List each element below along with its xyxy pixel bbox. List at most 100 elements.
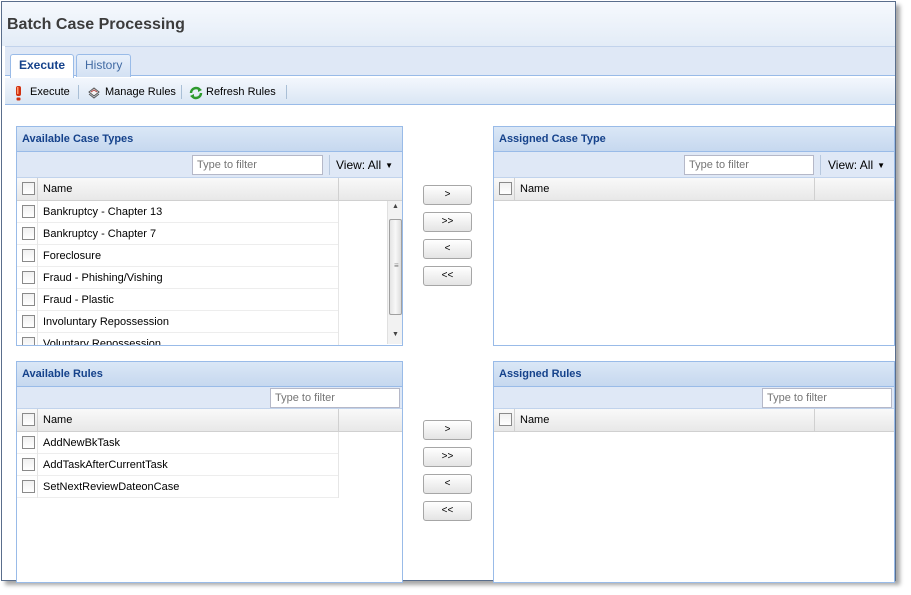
filterbar-separator (329, 155, 330, 175)
column-separator (814, 178, 815, 200)
column-separator (514, 178, 515, 200)
list-item[interactable]: AddTaskAfterCurrentTask (17, 454, 338, 476)
list-item-label: SetNextReviewDateonCase (43, 481, 180, 493)
toolbar-separator (78, 85, 79, 99)
row-checkbox[interactable] (22, 271, 35, 284)
assigned-case-type-panel: Assigned Case Type View: All▼ Name (493, 126, 895, 346)
assigned-case-type-grid-header: Name (494, 178, 894, 201)
remove-case-type-button[interactable]: < (423, 239, 472, 259)
refresh-icon (188, 85, 203, 100)
list-item-label: AddTaskAfterCurrentTask (43, 459, 168, 471)
select-all-checkbox[interactable] (22, 413, 35, 426)
name-column-header[interactable]: Name (520, 183, 549, 195)
name-column-header[interactable]: Name (43, 414, 72, 426)
list-item-label: Fraud - Phishing/Vishing (43, 272, 163, 284)
available-case-types-title: Available Case Types (17, 127, 402, 152)
available-case-types-filter-input[interactable] (192, 155, 323, 175)
list-item[interactable]: Fraud - Plastic (17, 289, 339, 311)
scrollbar-thumb[interactable]: ≡ (389, 219, 402, 315)
available-case-types-view-dropdown[interactable]: View: All ▼ (336, 158, 393, 172)
row-checkbox[interactable] (22, 337, 35, 345)
list-item[interactable]: Foreclosure (17, 245, 339, 267)
view-label: View: All (828, 158, 874, 172)
add-case-type-button[interactable]: > (423, 185, 472, 205)
assigned-rules-panel: Assigned Rules Name (493, 361, 895, 583)
remove-rule-button[interactable]: < (423, 474, 472, 494)
row-checkbox[interactable] (22, 458, 35, 471)
available-rules-title: Available Rules (17, 362, 402, 387)
available-rules-grid-header: Name (17, 409, 402, 432)
row-checkbox[interactable] (22, 205, 35, 218)
list-item-label: Involuntary Repossession (43, 316, 169, 328)
tab-strip: Execute History (5, 46, 895, 78)
page-title: Batch Case Processing (7, 16, 185, 33)
execute-button[interactable]: Execute (12, 83, 70, 101)
row-checkbox[interactable] (22, 436, 35, 449)
row-checkbox[interactable] (22, 293, 35, 306)
column-separator (37, 409, 38, 431)
toolbar-separator (181, 85, 182, 99)
assigned-rules-grid-header: Name (494, 409, 894, 432)
row-checkbox[interactable] (22, 227, 35, 240)
available-rules-filter-input[interactable] (270, 388, 400, 408)
exclamation-icon (12, 85, 26, 101)
tab-execute[interactable]: Execute (10, 54, 75, 78)
scroll-up-arrow-icon[interactable]: ▲ (388, 203, 402, 210)
row-checkbox[interactable] (22, 315, 35, 328)
select-all-checkbox[interactable] (499, 413, 512, 426)
list-item-label: AddNewBkTask (43, 437, 121, 449)
scroll-down-arrow-icon[interactable]: ▼ (388, 331, 402, 338)
row-checkbox[interactable] (22, 480, 35, 493)
add-rule-button[interactable]: > (423, 420, 472, 440)
refresh-rules-label: Refresh Rules (206, 86, 276, 98)
add-all-rules-button[interactable]: >> (423, 447, 472, 467)
list-item[interactable]: Voluntary Repossession (17, 333, 339, 345)
list-item[interactable]: Bankruptcy - Chapter 13 (17, 201, 339, 223)
assigned-rules-filterbar (494, 387, 894, 409)
available-rules-list: AddNewBkTask AddTaskAfterCurrentTask Set… (17, 432, 339, 498)
available-case-types-list: Bankruptcy - Chapter 13 Bankruptcy - Cha… (17, 201, 402, 345)
list-item[interactable]: SetNextReviewDateonCase (17, 476, 338, 498)
batch-case-processing-window: Batch Case Processing Execute History Ex… (1, 1, 896, 583)
column-separator (338, 409, 339, 431)
list-item[interactable]: Bankruptcy - Chapter 7 (17, 223, 339, 245)
assigned-case-type-filter-input[interactable] (684, 155, 814, 175)
select-all-checkbox[interactable] (499, 182, 512, 195)
list-item[interactable]: AddNewBkTask (17, 432, 338, 454)
available-case-types-panel: Available Case Types View: All▼ Name Ban… (16, 126, 403, 346)
column-line (338, 201, 339, 345)
row-checkbox[interactable] (22, 249, 35, 262)
list-item[interactable]: Involuntary Repossession (17, 311, 339, 333)
chevron-down-icon: ▼ (877, 161, 886, 170)
list-item-label: Foreclosure (43, 250, 102, 262)
column-line (37, 432, 38, 498)
vertical-scrollbar[interactable]: ▲ ≡ ▼ (387, 201, 402, 344)
list-item[interactable]: Fraud - Phishing/Vishing (17, 267, 339, 289)
manage-rules-label: Manage Rules (105, 86, 176, 98)
name-column-header[interactable]: Name (520, 414, 549, 426)
manage-rules-button[interactable]: Manage Rules (87, 83, 176, 101)
assigned-case-type-view-dropdown[interactable]: View: All ▼ (828, 158, 885, 172)
assigned-rules-title: Assigned Rules (494, 362, 894, 387)
remove-all-case-types-button[interactable]: << (423, 266, 472, 286)
name-column-header[interactable]: Name (43, 183, 72, 195)
remove-all-rules-button[interactable]: << (423, 501, 472, 521)
execute-label: Execute (30, 86, 70, 98)
select-all-checkbox[interactable] (22, 182, 35, 195)
list-item-label: Bankruptcy - Chapter 13 (43, 206, 163, 218)
add-all-case-types-button[interactable]: >> (423, 212, 472, 232)
column-separator (37, 178, 38, 200)
grip-icon: ≡ (394, 261, 399, 270)
column-line (37, 201, 38, 345)
toolbar-separator (286, 85, 287, 99)
assigned-rules-filter-input[interactable] (762, 388, 892, 408)
column-separator (514, 409, 515, 431)
tab-history[interactable]: History (76, 54, 132, 77)
chevron-down-icon: ▼ (385, 161, 394, 170)
assigned-case-type-title: Assigned Case Type (494, 127, 894, 152)
list-item-label: Fraud - Plastic (43, 294, 114, 306)
refresh-rules-button[interactable]: Refresh Rules (188, 83, 276, 101)
available-rules-panel: Available Rules Name AddNewBkTask AddTas… (16, 361, 403, 583)
available-case-types-grid-header: Name (17, 178, 402, 201)
column-separator (814, 409, 815, 431)
